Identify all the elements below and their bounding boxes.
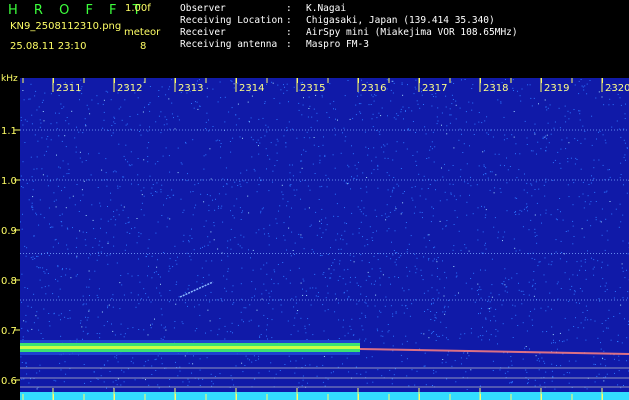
x-tick-label-2: 2313 [178, 83, 203, 94]
y-tick-label-3: 0.8 [1, 276, 17, 287]
carrier-band-core [20, 346, 360, 349]
spectrogram-overlay: 1.1 1.0 0.9 0.8 0.7 0.6 2311 2312 2313 2314 2315 23… [1, 78, 629, 400]
x-tick-label-6: 2317 [422, 83, 447, 94]
x-tick-label-3: 2314 [239, 83, 264, 94]
x-tick-label-5: 2316 [361, 83, 386, 94]
carrier-band-faint [359, 348, 629, 355]
x-tick-label-9: 2320 [605, 83, 629, 94]
x-tick-label-4: 2315 [300, 83, 325, 94]
y-tick-label-2: 0.9 [1, 226, 17, 237]
bottom-band [20, 392, 629, 400]
y-tick-label-4: 0.7 [1, 326, 17, 337]
x-tick-label-0: 2311 [56, 83, 81, 94]
x-tick-label-1: 2312 [117, 83, 142, 94]
meteor-echo [179, 281, 214, 298]
y-tick-label-0: 1.1 [1, 126, 17, 137]
x-tick-label-8: 2319 [544, 83, 569, 94]
x-tick-label-7: 2318 [483, 83, 508, 94]
y-tick-label-5: 0.6 [1, 376, 17, 387]
y-tick-label-1: 1.0 [1, 176, 17, 187]
